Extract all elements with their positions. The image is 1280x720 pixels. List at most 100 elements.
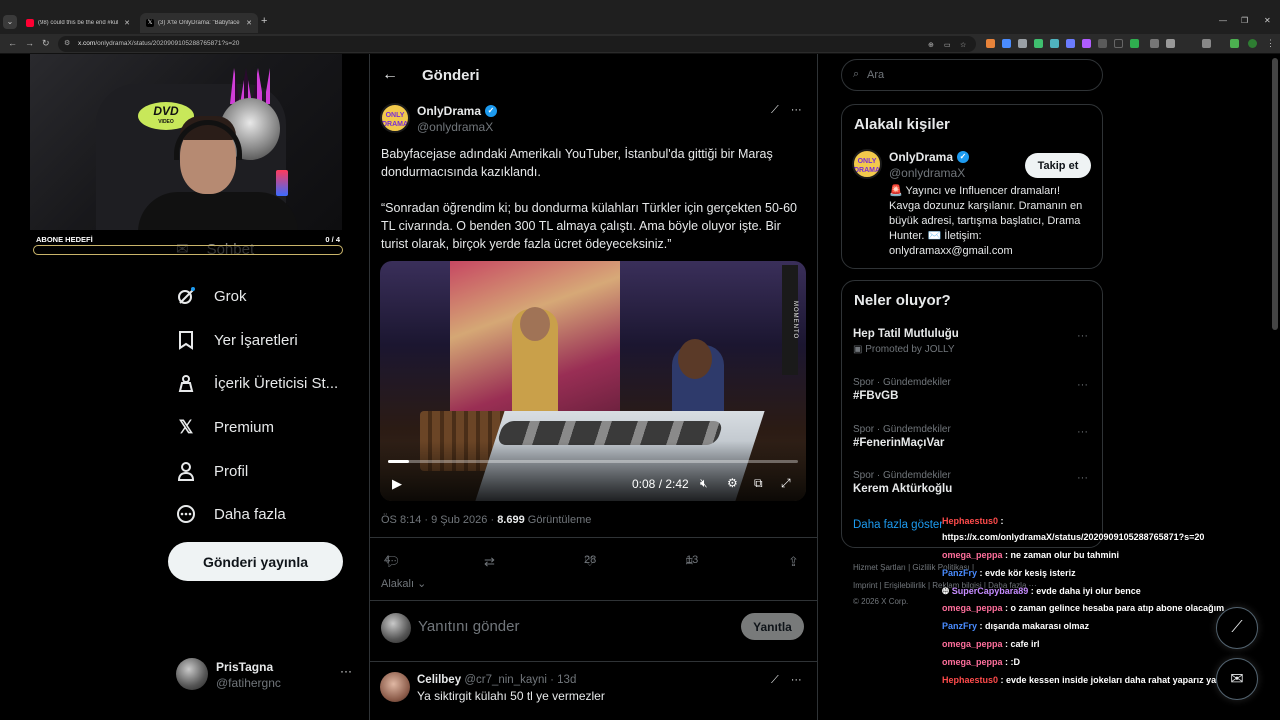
- trend-context: ▣ Promoted by JOLLY: [853, 344, 955, 355]
- person-icon: [176, 461, 196, 481]
- more-options-icon[interactable]: ···: [791, 104, 802, 117]
- nav-item-label: Profil: [214, 462, 249, 480]
- search-input[interactable]: ⌕ Ara: [841, 59, 1103, 91]
- avatar[interactable]: [380, 672, 410, 702]
- maximize-button[interactable]: ❐: [1241, 16, 1248, 25]
- author-avatar[interactable]: ONLY DRAMA: [380, 103, 410, 133]
- follow-button[interactable]: Takip et: [1025, 153, 1091, 178]
- related-avatar[interactable]: ONLY DRAMA: [852, 149, 882, 179]
- post-header: ← Gönderi: [370, 54, 817, 98]
- extension-icon[interactable]: [1230, 39, 1239, 48]
- url-field[interactable]: ⚙ x.com/onlydramaX/status/20209091052887…: [58, 36, 976, 52]
- avatar: [381, 613, 411, 643]
- nav-item-more[interactable]: Daha fazla: [176, 499, 286, 529]
- extension-icon[interactable]: [1166, 39, 1175, 48]
- trend-item[interactable]: Spor · Gündemdekiler #FBvGB ···: [853, 377, 1093, 402]
- more-options-icon[interactable]: ···: [1077, 379, 1088, 391]
- reply-author-handle[interactable]: @cr7_nin_kayni · 13d: [464, 674, 576, 686]
- messages-floating-button[interactable]: ✉: [1216, 658, 1258, 700]
- related-name[interactable]: OnlyDrama ✓: [889, 150, 970, 164]
- share-icon: ⇪: [788, 554, 799, 569]
- extension-icon[interactable]: [1098, 39, 1107, 48]
- more-options-icon[interactable]: ···: [340, 664, 352, 678]
- trends-card: Neler oluyor?: [841, 280, 1103, 548]
- bookmark-star-icon[interactable]: ☆: [960, 41, 966, 49]
- more-circle-icon: [176, 504, 196, 524]
- nav-item-premium[interactable]: 𝕏 Premium: [176, 412, 274, 442]
- webcam-overlay: DVD VIDEO: [30, 54, 342, 230]
- more-options-icon[interactable]: ···: [1077, 472, 1088, 484]
- fullscreen-icon[interactable]: ⤢: [781, 476, 791, 491]
- related-handle[interactable]: @onlydramaX: [889, 166, 965, 180]
- back-arrow-icon[interactable]: ←: [382, 66, 398, 84]
- divider: [370, 661, 817, 662]
- trend-item[interactable]: Spor · Gündemdekiler #FenerinMaçıVar ···: [853, 424, 1093, 449]
- trend-name: Kerem Aktürkoğlu: [853, 483, 953, 495]
- picture-in-picture-icon[interactable]: ⧉: [754, 476, 763, 491]
- extension-icon[interactable]: [1150, 39, 1159, 48]
- related-bio: 🚨 Yayıncı ve Influencer dramaları! Kavga…: [889, 185, 1083, 257]
- show-more-link[interactable]: Daha fazla göster: [853, 519, 943, 531]
- post-author[interactable]: OnlyDrama ✓ @onlydramaX: [417, 104, 498, 134]
- extension-icon[interactable]: [1018, 39, 1027, 48]
- grok-icon[interactable]: ⟋: [771, 674, 779, 687]
- page-scrollbar[interactable]: [1272, 58, 1278, 330]
- extension-icon[interactable]: [986, 39, 995, 48]
- nav-item-grok[interactable]: Grok: [176, 281, 247, 311]
- more-options-icon[interactable]: ···: [1077, 330, 1088, 342]
- video-progress-bar[interactable]: [388, 460, 798, 463]
- extension-icon[interactable]: [1066, 39, 1075, 48]
- minimize-button[interactable]: —: [1219, 16, 1227, 25]
- close-window-button[interactable]: ✕: [1264, 16, 1271, 25]
- nav-item-bookmarks[interactable]: Yer İşaretleri: [176, 325, 298, 355]
- site-info-icon[interactable]: ⚙: [64, 39, 70, 47]
- mute-icon[interactable]: 🔇︎: [700, 476, 708, 491]
- trend-item[interactable]: Spor · Gündemdekiler Kerem Aktürkoğlu ··…: [853, 470, 1093, 495]
- browser-menu-icon[interactable]: ⋮: [1266, 38, 1275, 49]
- led-light: [276, 170, 288, 196]
- grok-floating-button[interactable]: ⟋: [1216, 607, 1258, 649]
- extension-icon[interactable]: [1050, 39, 1059, 48]
- trend-item[interactable]: Hep Tatil Mutluluğu ▣ Promoted by JOLLY …: [853, 328, 1093, 355]
- nav-item-profile[interactable]: Profil: [176, 456, 248, 486]
- extensions-puzzle-icon[interactable]: [1202, 39, 1211, 48]
- tab-search-button[interactable]: ⌄: [3, 15, 17, 29]
- account-switcher[interactable]: PrisTagna @fatihergnc ···: [176, 658, 356, 692]
- extension-icon[interactable]: [1130, 39, 1139, 48]
- post-text: Babyfacejase adındaki Amerikalı YouTuber…: [381, 147, 773, 179]
- author-name[interactable]: OnlyDrama: [417, 104, 481, 118]
- close-tab-icon[interactable]: ✕: [124, 19, 130, 27]
- post-button[interactable]: Gönderi yayınla: [168, 542, 343, 581]
- post-timestamp[interactable]: ÖS 8:14 · 9 Şub 2026 ·: [381, 514, 497, 526]
- trend-context: Spor · Gündemdekiler: [853, 377, 951, 388]
- grok-icon: [176, 286, 196, 306]
- reply-input[interactable]: Yanıtını gönder: [418, 618, 519, 635]
- extension-icon[interactable]: [1114, 39, 1123, 48]
- author-handle[interactable]: @onlydramaX: [417, 120, 497, 134]
- settings-gear-icon[interactable]: ⚙: [727, 476, 738, 490]
- more-options-icon[interactable]: ···: [791, 674, 802, 687]
- sort-replies-dropdown[interactable]: Alakalı ⌄: [381, 577, 426, 590]
- extension-icon[interactable]: [1082, 39, 1091, 48]
- tab-x-post[interactable]: 𝕏 (3) X'te OnlyDrama: "Babyface ✕: [140, 13, 258, 33]
- extension-icon[interactable]: [1034, 39, 1043, 48]
- back-icon[interactable]: ←: [8, 38, 17, 48]
- nav-item-creator-studio[interactable]: İçerik Üreticisi St...: [176, 368, 338, 398]
- cast-icon[interactable]: ▭: [944, 41, 951, 49]
- reply-submit-button[interactable]: Yanıtla: [741, 613, 804, 640]
- extension-icon[interactable]: [1002, 39, 1011, 48]
- reply-author-name[interactable]: Celilbey: [417, 674, 461, 686]
- chat-message: Hephaestus0 :: [942, 516, 1004, 526]
- more-options-icon[interactable]: ···: [1077, 426, 1088, 438]
- play-icon[interactable]: ▶: [392, 476, 402, 492]
- profile-avatar-icon[interactable]: [1248, 39, 1257, 48]
- video-player[interactable]: MOMENTO ▶ 0:08 / 2:42 🔇︎ ⚙ ⧉ ⤢: [380, 261, 806, 501]
- reload-icon[interactable]: ↻: [42, 38, 50, 49]
- zoom-icon[interactable]: ⊕: [928, 41, 934, 49]
- close-tab-icon[interactable]: ✕: [246, 19, 252, 27]
- forward-icon[interactable]: →: [25, 38, 34, 48]
- grok-icon[interactable]: ⟋: [771, 104, 779, 117]
- trend-name: #FBvGB: [853, 390, 899, 402]
- tab-youtube[interactable]: (98) could this be the end #kul ✕: [20, 13, 136, 33]
- new-tab-button[interactable]: +: [261, 15, 267, 27]
